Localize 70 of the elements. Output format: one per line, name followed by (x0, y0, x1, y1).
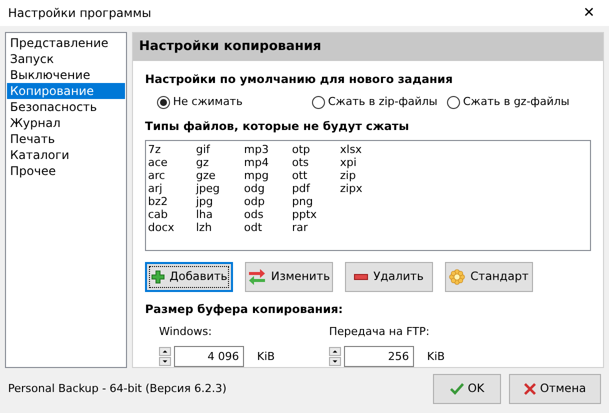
checkmark-icon (450, 383, 464, 395)
file-type-item[interactable]: mpg (244, 168, 292, 182)
file-type-item[interactable]: bz2 (148, 194, 196, 208)
file-type-item[interactable]: rar (292, 220, 340, 234)
sidebar-item[interactable]: Печать (7, 131, 125, 147)
file-type-item[interactable]: arc (148, 168, 196, 182)
file-type-item[interactable]: 7z (148, 142, 196, 156)
unit-label: KiB (257, 348, 275, 364)
file-type-item[interactable]: pptx (292, 208, 340, 220)
cross-icon (524, 383, 536, 395)
flower-icon (449, 268, 466, 284)
file-type-item[interactable]: odg (244, 182, 292, 194)
toolbar-button[interactable]: Изменить (245, 262, 333, 292)
section-heading: Типы файлов, которые не будут сжаты (145, 118, 410, 136)
file-type-item[interactable]: zip (340, 168, 388, 182)
number-field[interactable]: 256 (344, 346, 414, 368)
minus-icon (354, 274, 368, 280)
number-field[interactable]: 4 096 (174, 346, 244, 368)
sidebar-item[interactable]: Представление (7, 35, 125, 51)
file-type-item[interactable]: gze (196, 168, 244, 182)
sidebar-item[interactable]: Журнал (7, 115, 125, 131)
file-type-item[interactable]: odp (244, 194, 292, 208)
window-title: Настройки программы (8, 5, 152, 22)
file-type-item[interactable]: mp4 (244, 156, 292, 168)
toolbar-button[interactable]: Стандарт (445, 262, 533, 292)
radio-option[interactable]: Сжать в gz-файлы (447, 94, 582, 110)
sidebar-item[interactable]: Запуск (7, 51, 125, 67)
file-type-item[interactable]: ace (148, 156, 196, 168)
radio-option[interactable]: Сжать в zip-файлы (312, 94, 447, 110)
version-text: Personal Backup - 64-bit (Версия 6.2.3) (8, 380, 227, 397)
file-type-item[interactable]: pdf (292, 182, 340, 194)
sidebar-item[interactable]: Выключение (7, 67, 125, 83)
dialog-button[interactable]: Отмена (509, 374, 601, 404)
panel-title: Настройки копирования (133, 33, 603, 60)
file-type-item[interactable]: jpeg (196, 182, 244, 194)
file-type-item[interactable]: lzh (196, 220, 244, 234)
file-type-item[interactable]: xpi (340, 156, 388, 168)
file-type-item[interactable]: lha (196, 208, 244, 220)
radio-option[interactable]: Не сжимать (157, 94, 312, 110)
file-type-item[interactable]: gif (196, 142, 244, 156)
file-type-item[interactable]: ott (292, 168, 340, 182)
section-heading: Размер буфера копирования: (145, 300, 344, 318)
sidebar-item[interactable]: Безопасность (7, 99, 125, 115)
unit-label: KiB (427, 348, 445, 364)
section-heading: Настройки по умолчанию для нового задания (145, 70, 454, 88)
toolbar-button[interactable]: Удалить (345, 262, 433, 292)
file-type-item[interactable]: jpg (196, 194, 244, 208)
file-type-item[interactable]: zipx (340, 182, 388, 194)
sidebar-item[interactable]: Каталоги (7, 147, 125, 163)
swap-arrows-icon (248, 268, 266, 284)
field-label: Windows: (159, 324, 213, 340)
file-type-list[interactable]: 7z ace arc arj bz2 cab docx gif gz gze jpeg jpg lha lzh mp3 mp4 mpg odg odp ods odt otp ots ott pdf png pptx rar xlsx xpi zip zipx (145, 140, 591, 250)
plus-icon (150, 270, 165, 284)
file-type-item[interactable]: cab (148, 208, 196, 220)
field-label: Передача на FTP: (329, 324, 430, 340)
file-type-item[interactable]: docx (148, 220, 196, 234)
toolbar-button[interactable]: Добавить (145, 262, 233, 292)
close-button[interactable]: ✕ (569, 0, 609, 26)
file-type-item[interactable]: mp3 (244, 142, 292, 156)
file-type-item[interactable]: otp (292, 142, 340, 156)
sidebar-item[interactable]: Копирование (7, 83, 125, 99)
sidebar-item[interactable]: Прочее (7, 163, 125, 179)
dialog-button[interactable]: OK (433, 374, 501, 404)
file-type-item[interactable]: png (292, 194, 340, 208)
file-type-item[interactable]: arj (148, 182, 196, 194)
file-type-item[interactable]: ots (292, 156, 340, 168)
file-type-item[interactable]: ods (244, 208, 292, 220)
file-type-item[interactable]: odt (244, 220, 292, 234)
file-type-item[interactable]: gz (196, 156, 244, 168)
file-type-item[interactable]: xlsx (340, 142, 388, 156)
